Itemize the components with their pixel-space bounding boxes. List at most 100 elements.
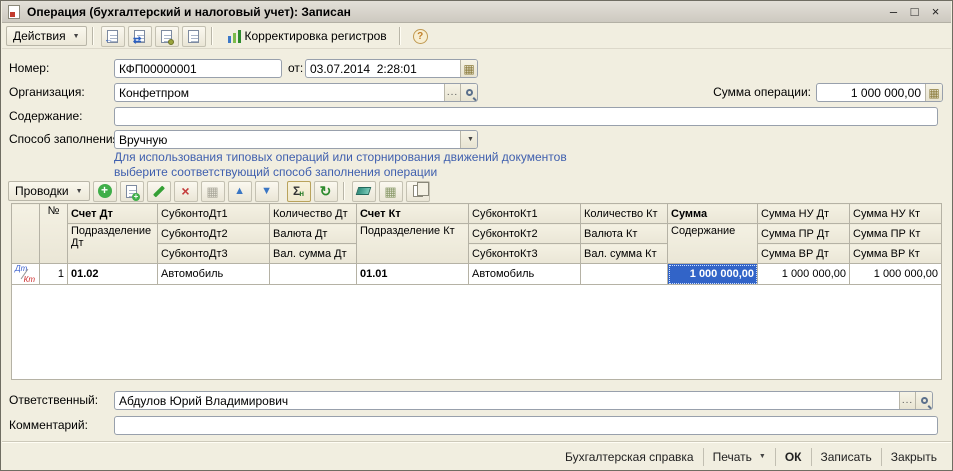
refresh-button[interactable]: ↻ bbox=[314, 181, 338, 202]
minimize-icon[interactable]: – bbox=[886, 4, 901, 20]
accounting-note-button[interactable]: Бухгалтерская справка bbox=[556, 448, 703, 466]
col-schet-kt[interactable]: Счет Кт bbox=[357, 204, 469, 224]
cell-kolichestvo-kt[interactable] bbox=[581, 264, 668, 285]
col-summa-pr-kt[interactable]: Сумма ПР Кт bbox=[850, 224, 942, 244]
organization-ellipsis-button[interactable]: ... bbox=[444, 84, 460, 101]
calendar-button[interactable]: ▦ bbox=[460, 60, 477, 77]
col-summa-nu-kt[interactable]: Сумма НУ Кт bbox=[850, 204, 942, 224]
cell-num[interactable]: 1 bbox=[40, 264, 68, 285]
output-list-button[interactable]: ▦ bbox=[379, 181, 403, 202]
col-summa-nu-dt[interactable]: Сумма НУ Дт bbox=[758, 204, 850, 224]
col-val-summa-kt[interactable]: Вал. сумма Кт bbox=[581, 244, 668, 264]
date-input[interactable] bbox=[306, 60, 460, 77]
copy-list-button[interactable] bbox=[406, 181, 430, 202]
ok-button[interactable]: ОК bbox=[775, 448, 811, 466]
col-summa-vr-kt[interactable]: Сумма ВР Кт bbox=[850, 244, 942, 264]
delete-row-button[interactable]: × bbox=[174, 181, 198, 202]
cell-subkonto-kt1[interactable]: Автомобиль bbox=[469, 264, 581, 285]
responsible-input[interactable] bbox=[115, 392, 899, 409]
operation-sum-input[interactable] bbox=[817, 84, 925, 101]
arrow-left-icon: ← bbox=[104, 35, 113, 44]
sort-icon bbox=[356, 187, 372, 195]
col-summa[interactable]: Сумма bbox=[668, 204, 758, 224]
window-controls: – □ × bbox=[886, 1, 943, 23]
empty-table-filler[interactable] bbox=[12, 285, 942, 380]
col-num[interactable]: № bbox=[40, 204, 68, 264]
document-settings-button[interactable] bbox=[155, 26, 179, 47]
number-input[interactable] bbox=[115, 60, 281, 77]
col-subkonto-kt1[interactable]: СубконтоКт1 bbox=[469, 204, 581, 224]
help-icon[interactable]: ? bbox=[413, 29, 428, 44]
col-kolichestvo-kt[interactable]: Количество Кт bbox=[581, 204, 668, 224]
calculator-button[interactable]: ▦ bbox=[925, 84, 942, 101]
col-subkonto-dt2[interactable]: СубконтоДт2 bbox=[158, 224, 270, 244]
cell-summa-nu-kt[interactable]: 1 000 000,00 bbox=[850, 264, 942, 285]
tax-accounting-sums-toggle[interactable]: Σн bbox=[287, 181, 311, 202]
col-podrazdelenie-dt[interactable]: Подразделение Дт bbox=[68, 224, 158, 264]
col-subkonto-dt3[interactable]: СубконтоДт3 bbox=[158, 244, 270, 264]
post-document-button[interactable]: ← bbox=[101, 26, 125, 47]
maximize-icon[interactable]: □ bbox=[907, 4, 922, 20]
row-marker-column-header bbox=[12, 204, 40, 264]
empty-table-area[interactable] bbox=[12, 285, 942, 380]
actions-menu-button[interactable]: Действия ▼ bbox=[6, 26, 87, 46]
col-val-summa-dt[interactable]: Вал. сумма Дт bbox=[270, 244, 357, 264]
move-row-down-button[interactable]: ▼ bbox=[255, 181, 279, 202]
col-schet-dt[interactable]: Счет Дт bbox=[68, 204, 158, 224]
organization-field-wrap: ... bbox=[114, 83, 478, 102]
date-label: от: bbox=[288, 59, 303, 78]
repost-document-icon: ⇄ bbox=[134, 30, 145, 43]
repost-document-button[interactable]: ⇄ bbox=[128, 26, 152, 47]
col-summa-vr-dt[interactable]: Сумма ВР Дт bbox=[758, 244, 850, 264]
close-icon[interactable]: × bbox=[928, 4, 943, 20]
fill-method-label: Способ заполнения: bbox=[9, 130, 122, 149]
col-summa-pr-dt[interactable]: Сумма ПР Дт bbox=[758, 224, 850, 244]
pencil-icon bbox=[153, 185, 165, 197]
toolbar-separator bbox=[399, 27, 400, 45]
posting-row[interactable]: Дт Кт 1 01.02 Автомобиль 01.01 Автомобил… bbox=[12, 264, 942, 285]
fill-method-dropdown-button[interactable]: ▼ bbox=[460, 131, 477, 148]
organization-input[interactable] bbox=[115, 84, 444, 101]
add-row-button[interactable]: + bbox=[93, 181, 117, 202]
organization-lookup-button[interactable] bbox=[460, 84, 477, 101]
adjust-registers-label: Корректировка регистров bbox=[245, 29, 387, 43]
col-subkonto-kt3[interactable]: СубконтоКт3 bbox=[469, 244, 581, 264]
fill-method-select[interactable]: ▼ bbox=[114, 130, 478, 149]
date-field-wrap: ▦ bbox=[305, 59, 478, 78]
number-label: Номер: bbox=[9, 59, 49, 78]
document-journal-button[interactable] bbox=[182, 26, 206, 47]
col-valyuta-dt[interactable]: Валюта Дт bbox=[270, 224, 357, 244]
move-row-up-button[interactable]: ▲ bbox=[228, 181, 252, 202]
col-valyuta-kt[interactable]: Валюта Кт bbox=[581, 224, 668, 244]
responsible-lookup-button[interactable] bbox=[915, 392, 932, 409]
col-subkonto-kt2[interactable]: СубконтоКт2 bbox=[469, 224, 581, 244]
save-button[interactable]: Записать bbox=[811, 448, 881, 466]
adjust-registers-button[interactable]: Корректировка регистров bbox=[221, 26, 394, 46]
postings-menu-button[interactable]: Проводки ▼ bbox=[8, 181, 90, 201]
dt-kt-icon: Дт Кт bbox=[15, 266, 35, 282]
print-menu-button[interactable]: Печать ▼ bbox=[703, 448, 775, 466]
fill-method-value[interactable] bbox=[115, 131, 460, 148]
cell-schet-kt[interactable]: 01.01 bbox=[357, 264, 469, 285]
comment-input[interactable] bbox=[115, 417, 937, 434]
cell-kolichestvo-dt[interactable] bbox=[270, 264, 357, 285]
copy-row-button[interactable]: + bbox=[120, 181, 144, 202]
responsible-ellipsis-button[interactable]: ... bbox=[899, 392, 915, 409]
toolbar-separator bbox=[211, 27, 212, 45]
cell-summa-selected[interactable]: 1 000 000,00 bbox=[668, 264, 758, 285]
col-kolichestvo-dt[interactable]: Количество Дт bbox=[270, 204, 357, 224]
cell-summa-nu-dt[interactable]: 1 000 000,00 bbox=[758, 264, 850, 285]
document-journal-icon bbox=[188, 30, 199, 43]
col-soderzhanie[interactable]: Содержание bbox=[668, 224, 758, 264]
postings-table[interactable]: № Счет Дт СубконтоДт1 Количество Дт Счет… bbox=[11, 203, 942, 380]
edit-row-button[interactable] bbox=[147, 181, 171, 202]
sort-button[interactable] bbox=[352, 181, 376, 202]
close-button[interactable]: Закрыть bbox=[881, 448, 946, 466]
content-field-wrap bbox=[114, 107, 938, 126]
cell-subkonto-dt1[interactable]: Автомобиль bbox=[158, 264, 270, 285]
col-subkonto-dt1[interactable]: СубконтоДт1 bbox=[158, 204, 270, 224]
col-podrazdelenie-kt[interactable]: Подразделение Кт bbox=[357, 224, 469, 264]
content-input[interactable] bbox=[115, 108, 937, 125]
cell-schet-dt[interactable]: 01.02 bbox=[68, 264, 158, 285]
end-edit-button[interactable]: ▦ bbox=[201, 181, 225, 202]
